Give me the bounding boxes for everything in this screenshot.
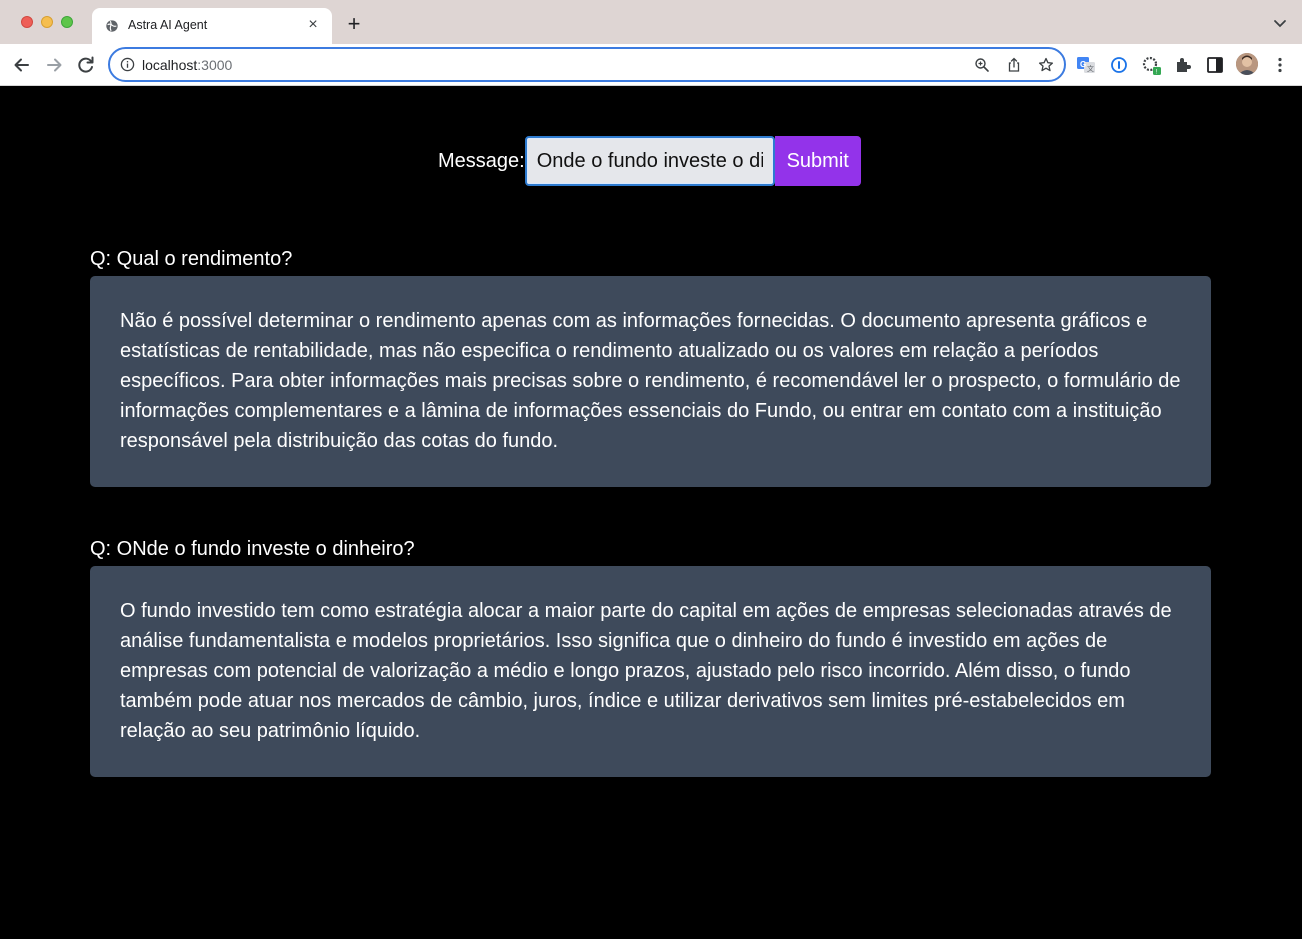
- answer-text: O fundo investido tem como estratégia al…: [120, 600, 1172, 742]
- page-viewport: Message: Submit Q: Qual o rendimento? Nã…: [0, 86, 1302, 939]
- tab-close-icon[interactable]: ×: [304, 16, 322, 34]
- extensions-puzzle-icon[interactable]: [1173, 55, 1193, 75]
- reload-icon[interactable]: [75, 54, 97, 76]
- qa-item: Q: ONde o fundo investe o dinheiro? O fu…: [90, 538, 1211, 777]
- svg-text:文: 文: [1087, 64, 1094, 73]
- bookmark-star-icon[interactable]: [1038, 57, 1054, 73]
- chevron-down-icon[interactable]: [1272, 15, 1288, 31]
- password-manager-icon[interactable]: [1109, 55, 1129, 75]
- svg-text:G: G: [1080, 60, 1086, 69]
- forward-arrow-icon[interactable]: [43, 54, 65, 76]
- answer-card: O fundo investido tem como estratégia al…: [90, 566, 1211, 777]
- google-translate-icon[interactable]: G 文: [1076, 55, 1096, 75]
- url-host: localhost: [142, 57, 198, 73]
- message-form: Message: Submit: [438, 136, 861, 186]
- globe-icon: [106, 20, 118, 32]
- kebab-menu-icon[interactable]: [1270, 55, 1290, 75]
- answer-text: Não é possível determinar o rendimento a…: [120, 310, 1181, 452]
- browser-tab-active[interactable]: Astra AI Agent ×: [92, 8, 332, 44]
- share-icon[interactable]: [1006, 57, 1022, 73]
- window-minimize-button[interactable]: [41, 16, 53, 28]
- avatar-image: [1236, 53, 1258, 75]
- address-url[interactable]: localhost:3000: [142, 57, 232, 73]
- tab-title: Astra AI Agent: [128, 18, 208, 32]
- extension-activity-icon[interactable]: !: [1141, 55, 1161, 75]
- new-tab-button[interactable]: +: [343, 13, 365, 35]
- side-panel-icon[interactable]: [1205, 55, 1225, 75]
- answer-card: Não é possível determinar o rendimento a…: [90, 276, 1211, 487]
- window-close-button[interactable]: [21, 16, 33, 28]
- address-bar[interactable]: localhost:3000: [108, 47, 1066, 82]
- message-input[interactable]: [524, 136, 775, 186]
- submit-button[interactable]: Submit: [774, 136, 861, 186]
- url-port: :3000: [197, 57, 233, 73]
- site-info-icon[interactable]: [120, 57, 135, 72]
- message-label: Message:: [438, 149, 525, 172]
- zoom-icon[interactable]: [974, 57, 990, 73]
- browser-toolbar: localhost:3000 G 文 !: [0, 44, 1302, 86]
- browser-titlebar: Astra AI Agent × +: [0, 0, 1302, 44]
- question-text: Q: ONde o fundo investe o dinheiro?: [90, 538, 415, 560]
- profile-avatar[interactable]: [1236, 53, 1258, 75]
- qa-item: Q: Qual o rendimento? Não é possível det…: [90, 248, 1211, 487]
- window-zoom-button[interactable]: [61, 16, 73, 28]
- question-text: Q: Qual o rendimento?: [90, 248, 293, 270]
- back-arrow-icon[interactable]: [11, 54, 33, 76]
